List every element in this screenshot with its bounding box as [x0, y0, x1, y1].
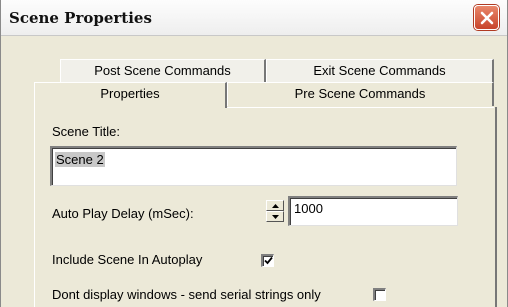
arrow-up-icon: [272, 204, 279, 208]
tab-exit-scene-commands[interactable]: Exit Scene Commands: [266, 59, 494, 83]
dont-display-windows-label: Dont display windows - send serial strin…: [52, 287, 321, 302]
tab-properties[interactable]: Properties: [34, 82, 227, 108]
scene-title-input[interactable]: Scene 2: [50, 146, 457, 186]
scene-properties-window: Scene Properties Post Scene Commands Exi…: [0, 0, 508, 307]
auto-play-delay-label: Auto Play Delay (mSec):: [52, 206, 194, 221]
dont-display-windows-checkbox[interactable]: [373, 288, 386, 301]
spin-down-button[interactable]: [266, 211, 284, 222]
checkmark-icon: [264, 256, 273, 265]
tab-pre-scene-commands[interactable]: Pre Scene Commands: [227, 82, 494, 106]
window-title: Scene Properties: [9, 9, 152, 27]
auto-play-delay-spinner[interactable]: [266, 200, 284, 222]
auto-play-delay-input[interactable]: 1000: [288, 196, 458, 226]
spin-up-button[interactable]: [266, 200, 284, 211]
tab-post-scene-commands[interactable]: Post Scene Commands: [60, 59, 266, 83]
scene-title-label: Scene Title:: [52, 124, 120, 139]
scene-title-value: Scene 2: [55, 152, 105, 167]
title-bar: Scene Properties: [1, 0, 507, 36]
arrow-down-icon: [272, 215, 279, 219]
include-autoplay-label: Include Scene In Autoplay: [52, 252, 203, 267]
close-icon: [480, 11, 494, 25]
panel-divider: [227, 107, 494, 108]
include-autoplay-checkbox[interactable]: [261, 254, 274, 267]
close-button[interactable]: [474, 5, 499, 30]
